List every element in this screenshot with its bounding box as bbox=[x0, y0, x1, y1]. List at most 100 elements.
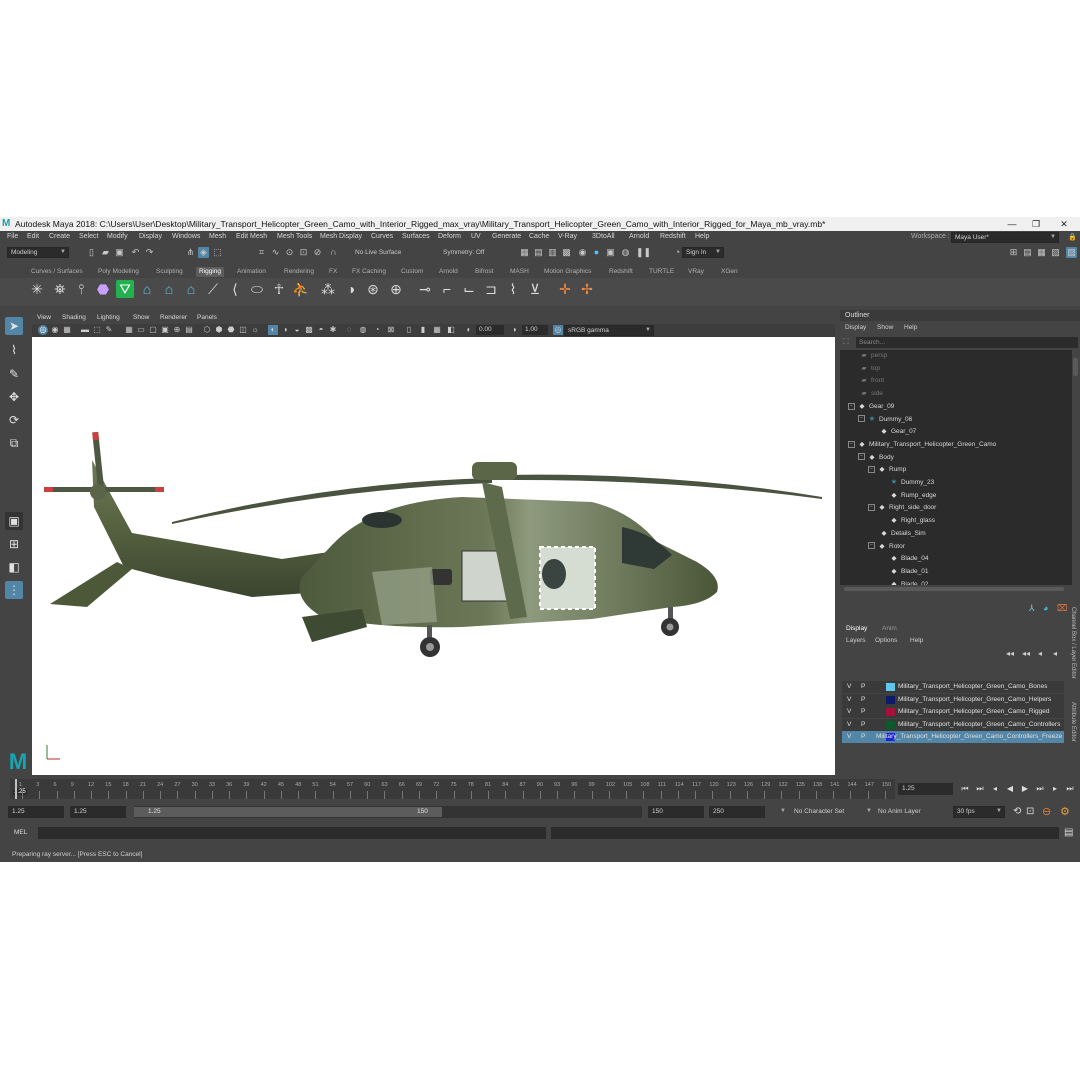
constraint-parent-icon[interactable]: ⊕ bbox=[387, 280, 405, 298]
menu-mesh-tools[interactable]: Mesh Tools bbox=[277, 233, 312, 240]
deformer-cluster-icon[interactable]: ⌂ bbox=[138, 280, 156, 298]
time-cursor[interactable] bbox=[15, 779, 17, 799]
side-view-icon[interactable]: ◧ bbox=[5, 558, 23, 576]
snap-view-icon[interactable]: ⊡ bbox=[298, 247, 309, 258]
menu-deform[interactable]: Deform bbox=[438, 233, 461, 240]
select-tool-icon[interactable]: ➤ bbox=[5, 317, 23, 335]
step-forward-frame-icon[interactable]: ▸ bbox=[1050, 784, 1060, 794]
lock-icon[interactable]: 🔒 bbox=[1068, 233, 1077, 241]
constraint-aim-icon[interactable]: ◑ bbox=[342, 280, 360, 298]
new-layer-selected-icon[interactable]: ◂ bbox=[1053, 649, 1057, 658]
script-editor-icon[interactable]: ▤ bbox=[1064, 827, 1073, 838]
outliner-item[interactable]: − ✳ Dummy_06 bbox=[858, 414, 912, 426]
menu-arnold[interactable]: Arnold bbox=[629, 233, 649, 240]
render-settings-icon[interactable]: ▩ bbox=[561, 247, 572, 258]
sign-in-dropdown[interactable]: Sign In ▼ bbox=[682, 247, 724, 258]
helicopter-model[interactable] bbox=[32, 337, 835, 775]
skeleton-icon[interactable]: ⛹ bbox=[292, 280, 310, 298]
start-time-field[interactable]: 1.25 bbox=[8, 806, 64, 818]
viewport-menu-view[interactable]: View bbox=[37, 314, 51, 321]
outliner-item[interactable]: ◆ Rump_edge bbox=[878, 490, 937, 502]
menu-create[interactable]: Create bbox=[49, 233, 70, 240]
camera-select-icon[interactable]: ◎ bbox=[38, 325, 48, 335]
layer-row[interactable]: V P Military_Transport_Helicopter_Green_Ca… bbox=[842, 706, 1064, 719]
shelf-tab-bifrost[interactable]: Bifrost bbox=[472, 267, 496, 277]
workspace-dropdown[interactable]: Maya User* ▼ bbox=[951, 232, 1059, 243]
anim-layer-dropdown[interactable]: No Anim Layer bbox=[874, 806, 949, 818]
shelf-tab-mash[interactable]: MASH bbox=[507, 267, 532, 277]
layer-color-swatch[interactable] bbox=[886, 720, 895, 729]
expand-toggle-icon[interactable]: − bbox=[868, 504, 875, 512]
ui-toggle-icon[interactable]: ▯ bbox=[404, 325, 414, 335]
paint-select-icon[interactable]: ✎ bbox=[5, 365, 23, 383]
arnold-render-icon[interactable]: ◍ bbox=[620, 247, 631, 258]
motion-blur-icon[interactable]: ◒ bbox=[292, 325, 302, 335]
menu-file[interactable]: File bbox=[7, 233, 18, 240]
menu-surfaces[interactable]: Surfaces bbox=[402, 233, 430, 240]
tool-settings-toggle-icon[interactable]: ⌧ bbox=[1057, 603, 1067, 614]
xray-icon[interactable]: ◌ bbox=[344, 325, 354, 335]
depth-of-field-icon[interactable]: ◓ bbox=[316, 325, 326, 335]
shelf-tab-vray[interactable]: VRay bbox=[685, 267, 707, 277]
menu-3dtoall[interactable]: 3DtoAll bbox=[592, 233, 615, 240]
shelf-tab-arnold[interactable]: Arnold bbox=[436, 267, 461, 277]
shelf-tab-turtle[interactable]: TURTLE bbox=[646, 267, 677, 277]
layer-move-down-icon[interactable]: ◂◂ bbox=[1022, 649, 1030, 658]
outliner-item[interactable]: ✳ Dummy_23 bbox=[878, 477, 934, 489]
shelf-tab-sculpting[interactable]: Sculpting bbox=[153, 267, 186, 277]
select-component-icon[interactable]: ⬚ bbox=[212, 247, 223, 258]
menu-display[interactable]: Display bbox=[139, 233, 162, 240]
xray-joints-icon[interactable]: ◍ bbox=[358, 325, 368, 335]
wireframe-on-shaded-icon[interactable]: ⬣ bbox=[226, 325, 236, 335]
chevron-down-icon[interactable]: ▼ bbox=[866, 808, 872, 814]
hypershade-icon[interactable]: ◉ bbox=[577, 247, 588, 258]
fps-dropdown[interactable]: 30 fps ▼ bbox=[953, 806, 1005, 818]
rig-tool-5-icon[interactable]: ⌇ bbox=[504, 280, 522, 298]
outliner-item[interactable]: ◆ Gear_07 bbox=[868, 426, 917, 438]
layer-visibility-toggle[interactable]: V bbox=[847, 731, 851, 743]
shelf-tab-fx[interactable]: FX bbox=[326, 267, 340, 277]
layer-visibility-toggle[interactable]: V bbox=[847, 694, 851, 706]
colorspace-dropdown[interactable]: sRGB gamma ▼ bbox=[564, 325, 654, 336]
layer-playback-toggle[interactable]: P bbox=[861, 681, 865, 693]
image-plane-icon[interactable]: ▬ bbox=[80, 325, 90, 335]
menu-vray[interactable]: V-Ray bbox=[558, 233, 577, 240]
humanik-icon[interactable]: ☥ bbox=[270, 280, 288, 298]
joint-tool-icon[interactable]: ✳ bbox=[28, 280, 46, 298]
outliner-menu-display[interactable]: Display bbox=[845, 324, 866, 331]
screen-space-ao-icon[interactable]: ◑ bbox=[280, 325, 290, 335]
outliner-item[interactable]: − ◆ Right_side_door bbox=[868, 502, 936, 514]
layer-visibility-toggle[interactable]: V bbox=[847, 719, 851, 731]
chevron-down-icon[interactable]: ▼ bbox=[780, 808, 786, 814]
layer-menu-help[interactable]: Help bbox=[910, 637, 923, 644]
layer-playback-toggle[interactable]: P bbox=[861, 694, 865, 706]
ik-handle-icon[interactable]: ⛯ bbox=[51, 280, 69, 298]
new-layer-icon[interactable]: ◂ bbox=[1038, 649, 1042, 658]
vray-render-icon[interactable]: ● bbox=[591, 247, 602, 258]
shelf-tab-poly-modeling[interactable]: Poly Modeling bbox=[95, 267, 142, 277]
render-sequence-icon[interactable]: ▤ bbox=[533, 247, 544, 258]
snap-grid-icon[interactable]: ⌗ bbox=[256, 247, 267, 258]
cross-edit-icon[interactable]: ✢ bbox=[578, 280, 596, 298]
ipr-render-icon[interactable]: ▥ bbox=[547, 247, 558, 258]
rig-tool-1-icon[interactable]: ⊸ bbox=[416, 280, 434, 298]
2d-pan-icon[interactable]: ⬚ bbox=[92, 325, 102, 335]
isolate-select-icon[interactable]: ✱ bbox=[328, 325, 338, 335]
menu-generate[interactable]: Generate bbox=[492, 233, 521, 240]
shelf-tab-custom[interactable]: Custom bbox=[398, 267, 426, 277]
viewport2-icon[interactable]: ▮ bbox=[418, 325, 428, 335]
layer-row[interactable]: V P Military_Transport_Helicopter_Green_Ca… bbox=[842, 718, 1064, 731]
snapshot-icon[interactable]: ◧ bbox=[446, 325, 456, 335]
attribute-editor-icon[interactable]: ▤ bbox=[1022, 247, 1033, 258]
menu-uv[interactable]: UV bbox=[471, 233, 481, 240]
layer-color-swatch[interactable] bbox=[886, 683, 895, 691]
select-hierarchy-icon[interactable]: ⋔ bbox=[185, 247, 196, 258]
layer-row[interactable]: V P Military_Transport_Helicopter_Green_Ca… bbox=[842, 681, 1064, 693]
four-view-icon[interactable]: ⊞ bbox=[5, 535, 23, 553]
layer-visibility-toggle[interactable]: V bbox=[847, 681, 851, 693]
menu-modify[interactable]: Modify bbox=[107, 233, 128, 240]
shelf-tab-animation[interactable]: Animation bbox=[234, 267, 269, 277]
pause-icon[interactable]: ❚❚ bbox=[636, 247, 651, 258]
menu-windows[interactable]: Windows bbox=[172, 233, 200, 240]
range-slider-handle[interactable] bbox=[134, 807, 442, 817]
